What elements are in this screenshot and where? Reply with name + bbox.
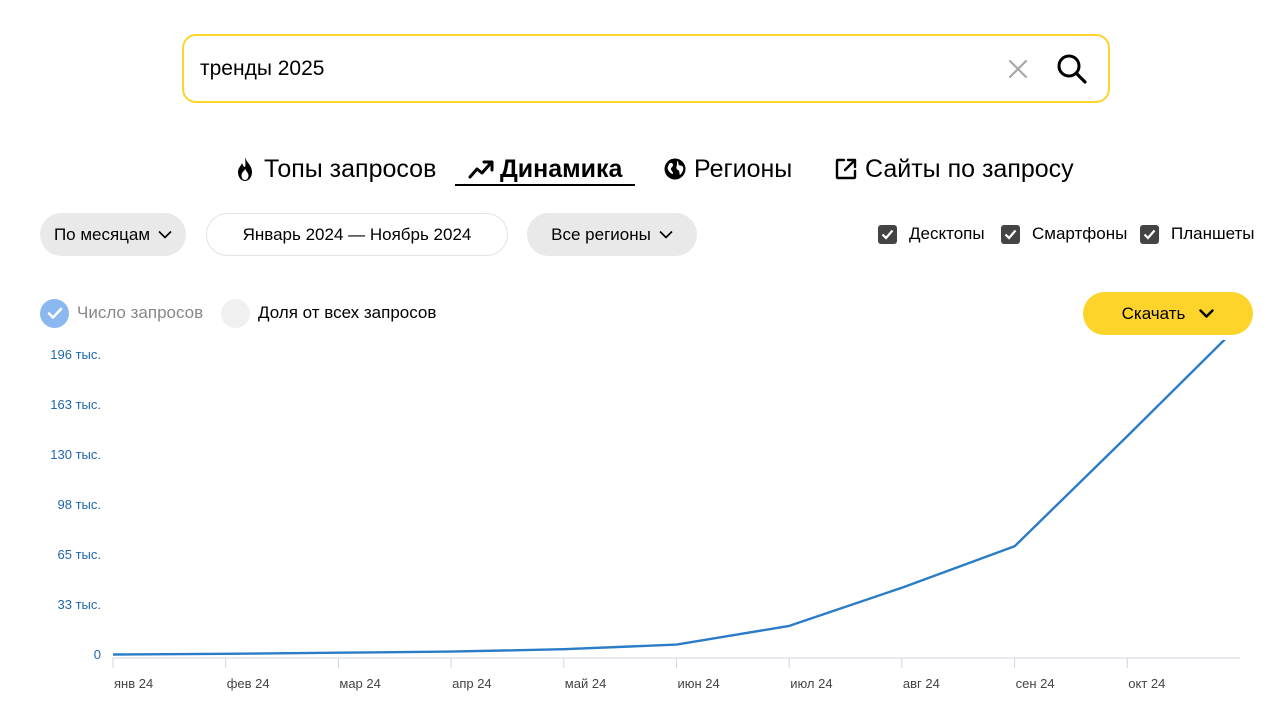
checkmark-icon <box>1140 224 1159 244</box>
radio-circle-icon <box>221 298 250 328</box>
x-tick-label: авг 24 <box>903 676 940 691</box>
clear-search-button[interactable] <box>998 49 1038 89</box>
download-label: Скачать <box>1121 303 1186 323</box>
y-tick-label: 130 тыс. <box>50 447 101 462</box>
region-label: Все регионы <box>551 224 651 244</box>
radio-query-share[interactable]: Доля от всех запросов <box>221 298 436 328</box>
tab-top-queries[interactable]: Топы запросов <box>232 150 436 188</box>
chevron-down-icon <box>659 230 673 239</box>
radio-label: Число запросов <box>77 303 204 322</box>
globe-icon <box>662 156 688 182</box>
y-tick-label: 163 тыс. <box>50 397 101 412</box>
checkbox-label: Смартфоны <box>1032 224 1128 243</box>
checkbox-label: Десктопы <box>909 224 985 243</box>
x-tick-label: июн 24 <box>678 676 720 691</box>
region-select[interactable]: Все регионы <box>527 213 697 256</box>
tab-label: Динамика <box>500 154 623 183</box>
tab-label: Сайты по запросу <box>865 154 1074 183</box>
checkbox-label: Планшеты <box>1171 224 1255 243</box>
y-tick-label: 33 тыс. <box>58 597 101 612</box>
x-tick-label: окт 24 <box>1128 676 1165 691</box>
x-tick-label: фев 24 <box>227 676 270 691</box>
date-range-picker[interactable]: Январь 2024 — Ноябрь 2024 <box>206 213 508 256</box>
fire-icon <box>232 156 258 182</box>
checkmark-icon <box>1001 224 1020 244</box>
period-select[interactable]: По месяцам <box>40 213 186 256</box>
date-range-label: Январь 2024 — Ноябрь 2024 <box>242 224 472 244</box>
check-circle-icon <box>40 298 69 328</box>
tab-label: Регионы <box>694 154 793 183</box>
download-button[interactable]: Скачать <box>1083 292 1253 335</box>
tab-sites[interactable]: Сайты по запросу <box>833 150 1074 188</box>
x-tick-label: янв 24 <box>114 676 153 691</box>
y-tick-label: 65 тыс. <box>58 547 101 562</box>
period-label: По месяцам <box>53 224 151 244</box>
search-input[interactable]: тренды 2025 <box>200 57 998 81</box>
y-tick-label: 98 тыс. <box>58 497 101 512</box>
x-tick-label: сен 24 <box>1016 676 1055 691</box>
chevron-down-icon <box>158 230 172 239</box>
tab-label: Топы запросов <box>264 154 437 183</box>
trend-icon <box>468 156 494 182</box>
search-button[interactable] <box>1052 49 1092 89</box>
checkmark-icon <box>878 224 897 244</box>
tab-regions[interactable]: Регионы <box>662 150 792 188</box>
x-tick-label: июл 24 <box>790 676 832 691</box>
search-icon <box>1057 54 1087 84</box>
y-tick-label: 0 <box>94 647 101 662</box>
search-box[interactable]: тренды 2025 <box>182 34 1110 103</box>
x-tick-label: май 24 <box>565 676 607 691</box>
close-icon <box>1008 59 1028 78</box>
tab-dynamics[interactable]: Динамика <box>468 150 622 188</box>
dynamics-chart: 0 33 тыс. 65 тыс. 98 тыс. 130 тыс. 163 тыс. 19… <box>50 340 1240 691</box>
chevron-down-icon <box>1199 308 1215 319</box>
x-tick-label: мар 24 <box>339 676 380 691</box>
checkbox-smartphones[interactable]: Смартфоны <box>1001 222 1127 246</box>
series-line[interactable] <box>112 340 1240 656</box>
radio-query-count[interactable]: Число запросов <box>40 298 203 328</box>
checkbox-tablets[interactable]: Планшеты <box>1140 222 1255 246</box>
checkbox-desktops[interactable]: Десктопы <box>878 222 985 246</box>
tabs-bar: Топы запросов Динамика Регионы Сайты по … <box>0 150 1280 190</box>
radio-label: Доля от всех запросов <box>258 303 437 322</box>
external-link-icon <box>833 156 859 182</box>
y-tick-label: 196 тыс. <box>50 347 101 362</box>
x-tick-label: апр 24 <box>452 676 492 691</box>
active-tab-indicator <box>455 184 635 186</box>
